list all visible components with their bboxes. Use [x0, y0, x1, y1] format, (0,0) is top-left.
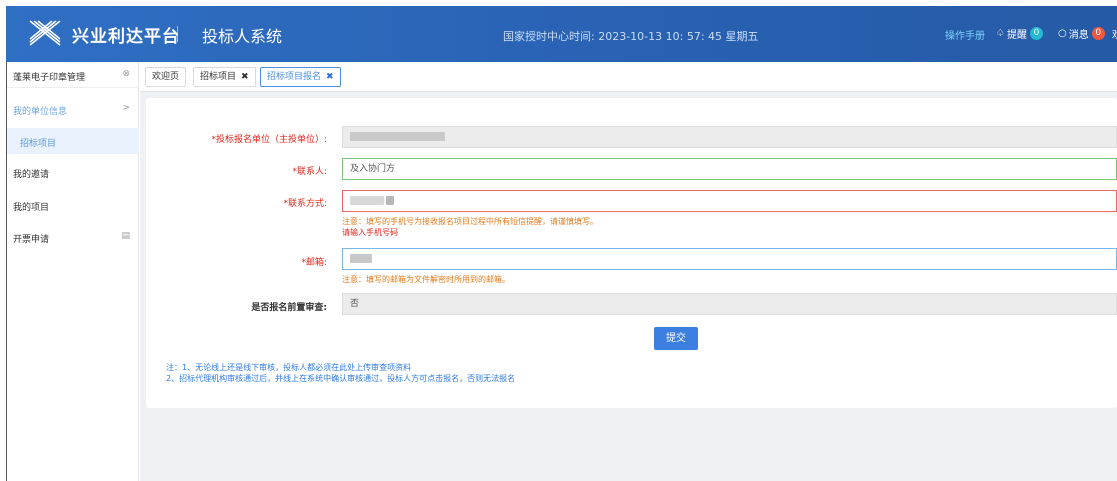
contact-input[interactable]: 及入协门方	[342, 158, 1117, 180]
sidebar-item-label: 我的项目	[13, 203, 50, 213]
message-label: 消息	[1068, 30, 1089, 41]
email-note: 注意：填写的邮箱为文件解密时所用到的邮箱。	[342, 275, 510, 284]
prereview-label: 是否报名前置审查:	[137, 300, 327, 313]
document-icon: ▤	[121, 231, 130, 241]
sidebar-item-label: 我的单位信息	[13, 107, 68, 117]
tab-bid-projects[interactable]: 招标项目 ✖	[193, 67, 256, 87]
phone-error: 请输入手机号码	[342, 228, 398, 237]
tab-label: 欢迎页	[152, 72, 180, 82]
tab-bid-signup[interactable]: 招标项目报名 ✖	[260, 67, 341, 87]
reminder-button[interactable]: ♤ 提醒 0	[996, 26, 1043, 41]
email-input[interactable]	[342, 248, 1117, 270]
app-header: 兴业利达平台 投标人系统 国家授时中心时间: 2023-10-13 10: 57…	[6, 6, 1117, 62]
reminder-label: 提醒	[1006, 30, 1027, 41]
tab-bar: 欢迎页 招标项目 ✖ 招标项目报名 ✖	[140, 62, 1117, 92]
sidebar-item-bid-projects[interactable]: 招标项目	[6, 128, 139, 154]
sidebar-item-unit-info[interactable]: 我的单位信息 >	[6, 96, 139, 122]
contact-label-text: *联系人:	[292, 167, 327, 177]
system-name: 投标人系统	[202, 27, 283, 46]
footnote-line-2: 2、招标代理机构审核通过后，并线上在系统中确认审核通过，投标人方可点击报名，否则…	[166, 374, 516, 383]
circle-close-icon[interactable]: ⊗	[122, 69, 130, 79]
tab-label: 招标项目	[200, 72, 237, 82]
redacted-value	[350, 254, 372, 263]
sidebar-item-my-projects[interactable]: 我的项目	[6, 192, 139, 218]
message-badge: 0	[1091, 27, 1105, 40]
sidebar-item-invitations[interactable]: 我的邀请	[6, 159, 139, 185]
logo-text: 兴业利达平台	[72, 27, 180, 47]
manual-link[interactable]: 操作手册	[945, 27, 985, 42]
chat-icon: ○	[1058, 28, 1067, 39]
bidder-unit-label: *投标报名单位（主投单位）:	[137, 132, 327, 145]
sidebar: 蓬莱电子印章管理 ⊗ 我的单位信息 > 招标项目 我的邀请 我的项目 开票申请 …	[6, 62, 139, 481]
phone-input[interactable]	[342, 190, 1117, 212]
sidebar-item-invoice[interactable]: 开票申请 ▤	[6, 224, 139, 250]
email-label: *邮箱:	[137, 255, 327, 268]
window-border	[6, 62, 7, 481]
tab-label: 招标项目报名	[267, 72, 322, 82]
message-button[interactable]: ○ 消息 0	[1058, 26, 1105, 41]
welcome-text: 欢	[1112, 26, 1117, 41]
close-icon[interactable]: ✖	[241, 72, 249, 82]
sidebar-item-label: 我的邀请	[13, 170, 50, 180]
phone-label: *联系方式:	[137, 196, 327, 209]
bidder-unit-field	[342, 126, 1117, 148]
bidder-unit-label-text: *投标报名单位（主投单位）:	[211, 135, 327, 145]
redacted-value	[386, 196, 394, 205]
phone-note: 注意：填写的手机号为接收报名项目过程中所有短信提醒，请谨慎填写。	[342, 217, 598, 226]
email-label-text: *邮箱:	[301, 258, 327, 268]
redacted-value	[350, 196, 384, 205]
reminder-badge: 0	[1029, 27, 1043, 40]
sidebar-item-seal-management[interactable]: 蓬莱电子印章管理 ⊗	[6, 62, 139, 88]
footnote-line-1: 注：1、无论线上还是线下审核，投标人都必须在此处上传审查项资料	[166, 363, 412, 372]
redacted-value	[350, 132, 445, 141]
contact-label: *联系人:	[137, 164, 327, 177]
header-divider	[177, 26, 178, 42]
tab-welcome[interactable]: 欢迎页	[145, 67, 187, 87]
server-time: 国家授时中心时间: 2023-10-13 10: 57: 45 星期五	[503, 30, 759, 43]
sidebar-item-label: 蓬莱电子印章管理	[13, 73, 86, 83]
close-icon[interactable]: ✖	[326, 72, 334, 82]
logo-icon	[29, 20, 61, 46]
bell-icon: ♤	[996, 28, 1005, 39]
prereview-field: 否	[342, 293, 1117, 315]
prereview-label-text: 是否报名前置审查:	[251, 303, 327, 313]
chevron-right-icon: >	[122, 103, 130, 113]
sidebar-item-label: 开票申请	[13, 235, 50, 245]
phone-label-text: *联系方式:	[283, 199, 327, 209]
sidebar-item-label: 招标项目	[20, 139, 57, 149]
submit-button[interactable]: 提交	[654, 327, 698, 350]
